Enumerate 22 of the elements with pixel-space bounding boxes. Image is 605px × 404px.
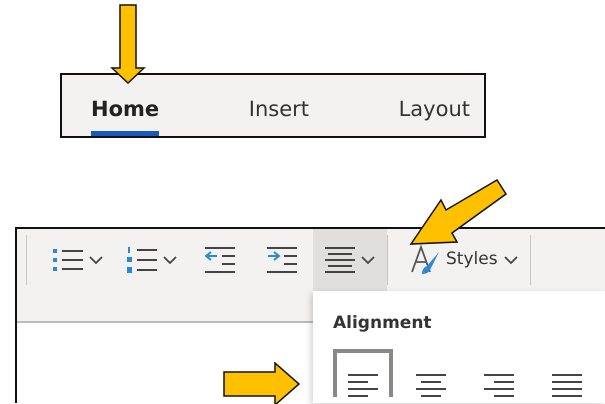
align-left-icon [348,372,378,396]
menu-title: Alignment [333,312,433,335]
indent-icon [267,246,297,274]
caret-icon [504,256,518,264]
caret-icon [163,256,177,264]
align-justify-icon [552,372,582,396]
align-button[interactable] [313,229,387,291]
ribbon-tab[interactable]: Insert [248,84,309,136]
numbered-list-icon [127,246,157,274]
align-center-icon [416,372,446,396]
align-option[interactable] [333,348,393,396]
styles-brush-icon [410,244,440,276]
caret-icon [89,256,103,264]
ribbon-tab[interactable]: Layout [398,84,470,136]
align-center-icon [325,246,355,274]
bullet-list-icon [53,247,83,273]
right-arrow-icon [223,362,301,404]
styles-button[interactable]: Styles [398,229,530,291]
align-right-icon [484,372,514,396]
outdent-icon [205,246,235,274]
caret-icon [361,256,375,264]
ribbon-tab[interactable]: Home [91,84,160,136]
